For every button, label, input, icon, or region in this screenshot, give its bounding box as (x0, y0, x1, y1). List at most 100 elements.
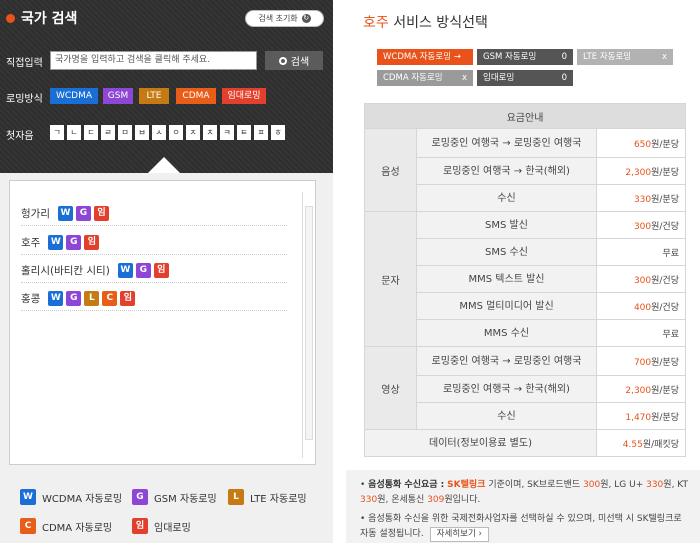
initial-button[interactable]: ㅌ (237, 125, 251, 140)
filter-cdma[interactable]: CDMA (176, 88, 216, 104)
legend-wcdma: W WCDMA 자동로밍 (20, 489, 122, 505)
category-video: 영상 (364, 346, 417, 430)
search-title: 국가 검색 (6, 8, 77, 28)
category-voice: 음성 (364, 128, 417, 212)
rate-desc: MMS 수신 (416, 319, 597, 347)
scrollbar[interactable] (302, 192, 314, 458)
rental-badge: 임 (132, 518, 148, 534)
service-lte-button: LTE 자동로밍 x (577, 49, 673, 65)
scrollbar-thumb[interactable] (305, 206, 313, 440)
legend-gsm: G GSM 자동로밍 (132, 489, 217, 505)
country-item-hungary[interactable]: 헝가리 W G 임 (21, 202, 287, 226)
country-item-hongkong[interactable]: 홍콩 W G L C 임 (21, 287, 287, 311)
category-text: 문자 (364, 211, 417, 347)
country-item-australia[interactable]: 호주 W G 임 (21, 231, 287, 255)
refresh-icon: ↻ (301, 14, 311, 23)
rate-desc: 로밍중인 여행국 → 한국(해외) (416, 157, 597, 185)
initial-button[interactable]: ㄴ (67, 125, 81, 140)
rate-value: 330원/분당 (596, 184, 686, 212)
wcdma-badge: W (20, 489, 36, 505)
rate-desc: 데이터(정보이용료 별도) (364, 429, 597, 457)
rental-badge: 임 (93, 206, 109, 221)
note-carrier-select: • 음성통화 수신을 위한 국제전화사업자를 선택하실 수 있으며, 미선택 시… (360, 512, 690, 542)
gsm-badge: G (135, 263, 151, 278)
initial-button[interactable]: ㅎ (271, 125, 285, 140)
rate-desc: 로밍중인 여행국 → 로밍중인 여행국 (416, 346, 597, 376)
cdma-badge: C (102, 291, 118, 306)
rate-value: 2,300원/분당 (596, 157, 686, 185)
roaming-type-label: 로밍방식 (6, 94, 43, 105)
legend-cdma: C CDMA 자동로밍 (20, 518, 112, 534)
initial-button[interactable]: ㅋ (220, 125, 234, 140)
gsm-badge: G (75, 206, 91, 221)
initial-button[interactable]: ㅁ (118, 125, 132, 140)
rental-badge: 임 (120, 291, 136, 306)
filter-gsm[interactable]: GSM (103, 88, 133, 104)
cdma-badge: C (20, 518, 36, 534)
rate-desc: SMS 수신 (416, 238, 597, 266)
rate-value: 300원/건당 (596, 265, 686, 293)
reset-search-button[interactable]: 검색 초기화 ↻ (245, 10, 324, 27)
legend-lte: L LTE 자동로밍 (228, 489, 307, 505)
rate-desc: 수신 (416, 402, 597, 430)
initial-consonant-list: ㄱㄴㄷㄹㅁㅂㅅㅇㅈㅊㅋㅌㅍㅎ (50, 125, 288, 140)
service-gsm-button[interactable]: GSM 자동로밍 0 (477, 49, 573, 65)
more-details-button[interactable]: 자세히보기 › (429, 527, 489, 542)
search-button[interactable]: 검색 (265, 51, 323, 70)
rate-desc: 로밍중인 여행국 → 한국(해외) (416, 375, 597, 403)
initial-button[interactable]: ㅈ (186, 125, 200, 140)
rate-desc: MMS 멀티미디어 발신 (416, 292, 597, 320)
rental-badge: 임 (84, 235, 100, 250)
detail-title: 호주 서비스 방식선택 (363, 15, 488, 31)
selected-pointer (148, 157, 180, 173)
rate-value: 1,470원/분당 (596, 402, 686, 430)
country-search-panel: 국가 검색 검색 초기화 ↻ 직접입력 국가명을 입력하고 검색을 클릭해 주세요… (0, 0, 333, 543)
lte-badge: L (84, 291, 100, 306)
rate-table: 요금안내 음성 로밍중인 여행국 → 로밍중인 여행국 650원/분당 로밍중인 여… (364, 103, 686, 457)
rental-badge: 임 (153, 263, 169, 278)
note-receive-rate: • 음성통화 수신요금 : SK텔링크 기준이며, SK브로드밴드 300원, … (360, 480, 688, 505)
search-header: 국가 검색 검색 초기화 ↻ 직접입력 국가명을 입력하고 검색을 클릭해 주세요… (0, 0, 333, 173)
initial-button[interactable]: ㄷ (84, 125, 98, 140)
rate-value: 무료 (596, 238, 686, 266)
wcdma-badge: W (48, 291, 64, 306)
initial-button[interactable]: ㅇ (169, 125, 183, 140)
initial-button[interactable]: ㅍ (254, 125, 268, 140)
initial-button[interactable]: ㅅ (152, 125, 166, 140)
country-item-holy-see[interactable]: 홀리시(바티칸 시티) W G 임 (21, 259, 287, 283)
rate-table-header: 요금안내 (364, 103, 686, 129)
wcdma-badge: W (117, 263, 133, 278)
filter-rental[interactable]: 임대로밍 (222, 88, 266, 104)
direct-input-label: 직접입력 (6, 58, 43, 69)
gsm-badge: G (66, 291, 82, 306)
rate-desc: 수신 (416, 184, 597, 212)
initial-consonant-label: 첫자음 (6, 131, 34, 142)
bullet-dot-icon (6, 13, 15, 23)
lte-badge: L (228, 489, 244, 505)
service-wcdma-button[interactable]: WCDMA 자동로밍 → (377, 49, 473, 65)
filter-wcdma[interactable]: WCDMA (50, 88, 98, 104)
rate-value: 4.55원/패킷당 (596, 429, 686, 457)
wcdma-badge: W (48, 235, 64, 250)
initial-button[interactable]: ㅊ (203, 125, 217, 140)
initial-button[interactable]: ㄱ (50, 125, 64, 140)
search-icon (278, 56, 287, 65)
rate-value: 2,300원/분당 (596, 375, 686, 403)
initial-button[interactable]: ㅂ (135, 125, 149, 140)
rate-value: 300원/건당 (596, 211, 686, 239)
rate-value: 400원/건당 (596, 292, 686, 320)
rate-value: 무료 (596, 319, 686, 347)
service-rental-button[interactable]: 임대로밍 0 (477, 70, 573, 86)
gsm-badge: G (132, 489, 148, 505)
wcdma-badge: W (57, 206, 73, 221)
filter-lte[interactable]: LTE (139, 88, 169, 104)
rate-value: 700원/분당 (596, 346, 686, 376)
rate-desc: SMS 발신 (416, 211, 597, 239)
notes-box: • 음성통화 수신요금 : SK텔링크 기준이며, SK브로드밴드 300원, … (346, 470, 700, 543)
service-cdma-button: CDMA 자동로밍 x (377, 70, 473, 86)
gsm-badge: G (66, 235, 82, 250)
country-search-input[interactable]: 국가명을 입력하고 검색을 클릭해 주세요. (50, 51, 257, 70)
rate-desc: 로밍중인 여행국 → 로밍중인 여행국 (416, 128, 597, 158)
legend-rental: 임 임대로밍 (132, 518, 191, 534)
initial-button[interactable]: ㄹ (101, 125, 115, 140)
